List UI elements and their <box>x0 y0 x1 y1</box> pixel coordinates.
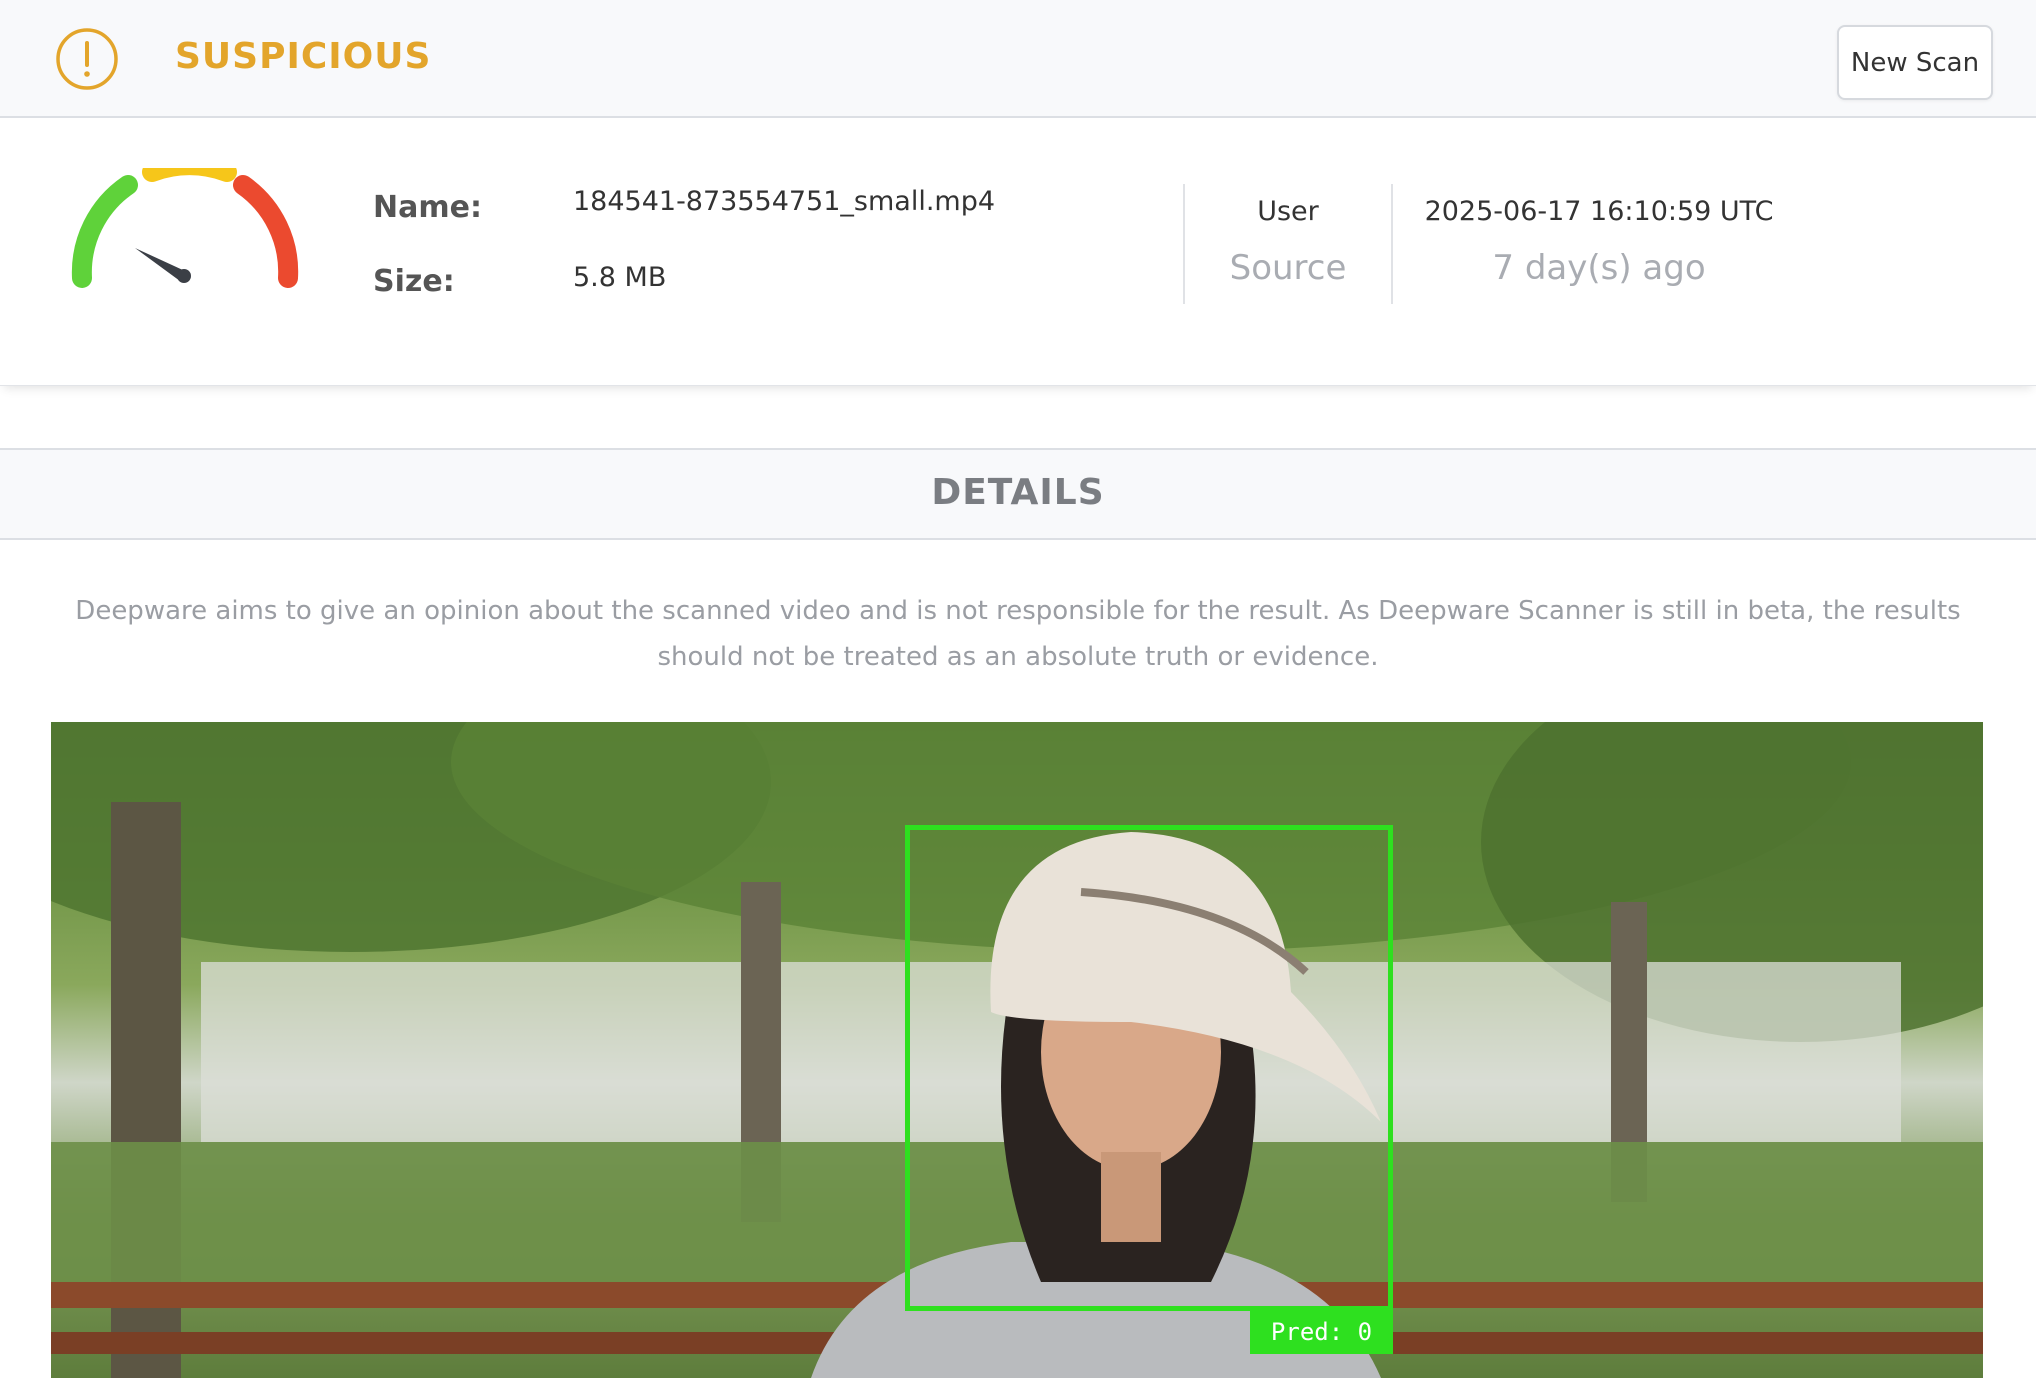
file-name-value: 184541-873554751_small.mp4 <box>573 186 996 217</box>
disclaimer-text: Deepware aims to give an opinion about t… <box>75 596 1961 672</box>
scan-info-panel: Name: 184541-873554751_small.mp4 Size: 5… <box>0 118 2036 386</box>
new-scan-button[interactable]: New Scan <box>1837 25 1993 100</box>
source-label: Source <box>1229 248 1347 288</box>
file-size-value: 5.8 MB <box>573 262 667 293</box>
prediction-label: Pred: 0 <box>1250 1311 1393 1354</box>
scan-timestamp: 2025-06-17 16:10:59 UTC <box>1424 196 1774 227</box>
video-frame[interactable]: Pred: 0 <box>51 722 1983 1378</box>
source-value: User <box>1257 196 1319 227</box>
risk-gauge-icon <box>71 168 299 288</box>
face-detection-box <box>905 825 1393 1311</box>
status-bar: SUSPICIOUS New Scan <box>0 0 2036 118</box>
file-name-label: Name: <box>373 190 482 225</box>
divider <box>1183 184 1185 304</box>
divider <box>1391 184 1393 304</box>
details-header: DETAILS <box>0 448 2036 540</box>
exclamation-circle-icon <box>56 28 118 90</box>
details-title: DETAILS <box>931 472 1105 513</box>
file-size-label: Size: <box>373 264 455 299</box>
verdict-label: SUSPICIOUS <box>175 36 432 77</box>
scan-relative-time: 7 day(s) ago <box>1492 248 1706 288</box>
